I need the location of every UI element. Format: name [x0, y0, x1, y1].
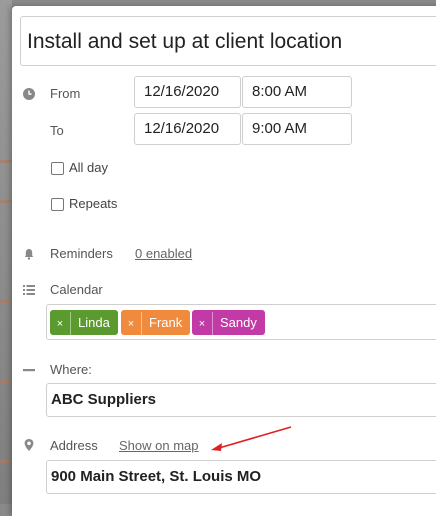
repeats-checkbox[interactable]	[51, 198, 64, 211]
from-label: From	[50, 86, 81, 101]
tag-name: Sandy	[220, 315, 257, 330]
background-stripe	[0, 200, 12, 203]
background-stripe	[0, 160, 12, 163]
tag-name: Frank	[149, 315, 183, 330]
clock-icon	[22, 87, 36, 101]
calendar-tags-input[interactable]: × Linda × Frank × Sandy	[46, 304, 436, 340]
background-stripe	[0, 460, 12, 463]
address-input[interactable]: 900 Main Street, St. Louis MO	[46, 460, 436, 494]
tag-name: Linda	[78, 315, 110, 330]
background-stripe	[0, 380, 12, 383]
calendar-label: Calendar	[50, 282, 103, 297]
dash-icon	[22, 363, 36, 377]
all-day-checkbox[interactable]	[51, 162, 64, 175]
remove-tag-linda-button[interactable]: ×	[50, 312, 71, 337]
event-editor-dialog: Install and set up at client location Fr…	[12, 6, 436, 516]
address-label: Address	[50, 438, 98, 453]
where-label: Where:	[50, 362, 92, 377]
where-input[interactable]: ABC Suppliers	[46, 383, 436, 417]
from-date-input[interactable]: 12/16/2020	[134, 76, 241, 108]
reminders-enabled-link[interactable]: 0 enabled	[135, 246, 192, 261]
to-date-input[interactable]: 12/16/2020	[134, 113, 241, 145]
show-on-map-link[interactable]: Show on map	[119, 438, 199, 453]
bell-icon	[22, 247, 36, 261]
from-time-input[interactable]: 8:00 AM	[242, 76, 352, 108]
background-window	[0, 0, 12, 504]
calendar-tag-sandy: × Sandy	[192, 310, 265, 337]
calendar-tag-frank: × Frank	[121, 310, 191, 337]
map-pin-icon	[22, 438, 36, 452]
to-time-input[interactable]: 9:00 AM	[242, 113, 352, 145]
all-day-label: All day	[69, 160, 109, 175]
annotation-arrow	[211, 426, 292, 451]
list-icon	[22, 283, 36, 297]
event-title-input[interactable]: Install and set up at client location	[20, 16, 436, 66]
remove-tag-frank-button[interactable]: ×	[121, 312, 142, 337]
reminders-label: Reminders	[50, 246, 113, 261]
to-label: To	[50, 123, 64, 138]
calendar-tag-linda: × Linda	[50, 310, 118, 337]
remove-tag-sandy-button[interactable]: ×	[192, 312, 213, 337]
background-stripe	[0, 300, 12, 303]
repeats-label: Repeats	[69, 196, 118, 211]
